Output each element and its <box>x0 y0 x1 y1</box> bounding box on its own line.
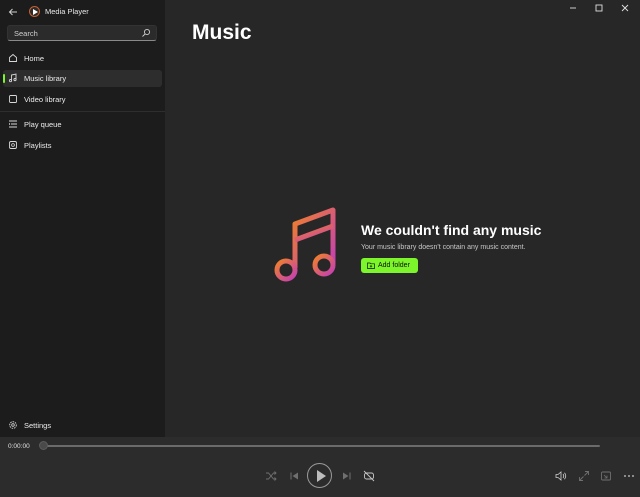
search-icon[interactable] <box>141 28 151 38</box>
repeat-off-icon[interactable] <box>362 469 376 483</box>
next-track-icon[interactable] <box>340 469 354 483</box>
music-note-icon <box>8 73 17 83</box>
page-title: Music <box>192 21 252 44</box>
sidebar-item-settings[interactable]: Settings <box>3 417 162 434</box>
media-player-window: Media Player Home Music library <box>0 0 640 497</box>
active-indicator <box>3 74 5 83</box>
sidebar: Media Player Home Music library <box>0 0 165 437</box>
sidebar-item-label: Play queue <box>24 120 62 129</box>
play-button[interactable] <box>307 463 332 488</box>
seek-bar[interactable] <box>44 445 600 447</box>
maximize-icon <box>595 4 603 12</box>
back-button[interactable] <box>6 5 20 19</box>
back-arrow-icon <box>8 8 17 16</box>
folder-add-icon <box>367 262 375 269</box>
sidebar-item-label: Music library <box>24 74 67 83</box>
volume-icon[interactable] <box>554 469 568 483</box>
add-folder-label: Add folder <box>378 261 410 269</box>
playlist-icon <box>9 141 17 149</box>
app-title: Media Player <box>45 7 89 16</box>
music-note-illustration-icon <box>274 207 336 282</box>
minimize-icon <box>570 7 576 9</box>
empty-state-subtext: Your music library doesn't contain any m… <box>361 244 526 251</box>
close-button[interactable] <box>618 2 632 16</box>
shuffle-icon[interactable] <box>264 469 278 483</box>
previous-track-icon[interactable] <box>287 469 301 483</box>
close-icon <box>621 4 629 12</box>
add-folder-button[interactable]: Add folder <box>361 258 418 273</box>
seek-thumb[interactable] <box>39 441 48 450</box>
sidebar-item-home[interactable]: Home <box>3 50 162 67</box>
window-controls <box>560 0 640 18</box>
player-bar: 0:00:00 <box>0 437 640 497</box>
sidebar-item-video-library[interactable]: Video library <box>3 91 162 108</box>
minimize-button[interactable] <box>566 2 580 16</box>
sidebar-item-playlists[interactable]: Playlists <box>3 137 162 154</box>
full-screen-icon[interactable] <box>577 469 591 483</box>
mini-player-icon[interactable] <box>599 469 613 483</box>
sidebar-item-label: Settings <box>24 421 52 430</box>
sidebar-divider <box>0 111 165 112</box>
more-options-icon[interactable] <box>622 469 636 483</box>
gear-icon <box>9 421 17 429</box>
main-content: Music We couldn't find any music Your mu… <box>165 0 640 437</box>
search-box <box>7 25 157 41</box>
title-bar: Media Player <box>0 0 165 24</box>
video-icon <box>9 95 17 103</box>
current-time: 0:00:00 <box>8 443 30 450</box>
sidebar-item-play-queue[interactable]: Play queue <box>3 116 162 133</box>
sidebar-item-label: Home <box>24 54 45 63</box>
app-logo-icon <box>29 6 40 17</box>
queue-icon <box>9 120 17 128</box>
sidebar-item-music-library[interactable]: Music library <box>3 70 162 87</box>
home-icon <box>9 53 17 62</box>
sidebar-item-label: Video library <box>24 95 66 104</box>
sidebar-item-label: Playlists <box>24 141 52 150</box>
search-input[interactable] <box>8 26 142 40</box>
maximize-button[interactable] <box>592 2 606 16</box>
empty-state-heading: We couldn't find any music <box>361 222 542 238</box>
